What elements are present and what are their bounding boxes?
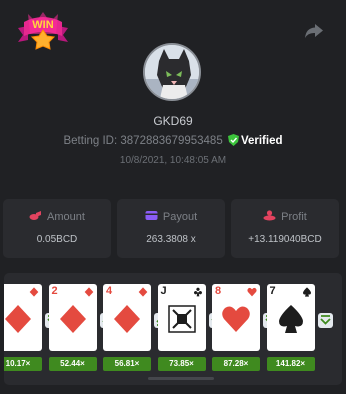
lower-arrow-button[interactable]: [317, 313, 333, 328]
diamond-suit-icon: [138, 287, 148, 297]
multiplier-badge: 52.44×: [48, 357, 97, 371]
coins-icon: [29, 211, 42, 220]
share-icon[interactable]: [304, 22, 324, 40]
payout-stat: Payout 263.3808 x: [117, 199, 225, 258]
playing-card: 8: [212, 284, 260, 351]
card-rank: 8: [215, 285, 222, 297]
wallet-icon: [145, 211, 158, 220]
verified-label: Verified: [240, 135, 283, 147]
multiplier-badge: 10.17×: [4, 357, 42, 371]
card-history-panel[interactable]: 10.17× 2 52.44× 4 56.81× J 73.85× 8 87.28× 7 141.8…: [4, 273, 342, 385]
verified-shield-icon: [227, 134, 239, 146]
diamond-suit-icon: [5, 305, 31, 333]
horizontal-scrollbar[interactable]: [148, 377, 214, 380]
amount-label-row: Amount: [3, 210, 111, 223]
win-badge-text: WIN: [32, 19, 53, 31]
profit-value: +13.119040BCD: [248, 234, 322, 245]
heart-suit-icon: [247, 287, 257, 297]
diamond-suit-icon: [84, 287, 93, 297]
diamond-suit-icon: [59, 305, 86, 333]
playing-card: 7: [266, 284, 315, 351]
payout-label: Payout: [162, 211, 198, 223]
username: GKD69: [153, 114, 193, 128]
payout-value: 263.3808 x: [146, 234, 196, 245]
amount-value: 0.05BCD: [36, 234, 78, 245]
profit-stat: Profit +13.119040BCD: [231, 199, 339, 258]
card-rank: 7: [269, 285, 276, 297]
betting-id: 3872883679953485: [120, 135, 223, 147]
multiplier-badge: 141.82×: [266, 357, 315, 371]
win-badge: WIN: [18, 12, 68, 50]
card-rank: 4: [106, 285, 113, 297]
playing-card: 2: [48, 284, 97, 351]
amount-stat: Amount 0.05BCD: [3, 199, 111, 258]
diamond-suit-icon: [29, 287, 39, 297]
multiplier-badge: 87.28×: [212, 357, 260, 371]
chevron-down-icon: [319, 315, 331, 325]
coin-stack-icon: [263, 210, 276, 221]
amount-label: Amount: [47, 211, 85, 223]
playing-card: 4: [103, 284, 151, 351]
betting-id-row: Betting ID: 3872883679953485 Verified: [0, 134, 346, 147]
heart-suit-icon: [222, 306, 250, 332]
multiplier-badge: 56.81×: [103, 357, 151, 371]
spade-suit-icon: [302, 287, 311, 297]
jack-face-icon: [167, 305, 196, 333]
profit-label-row: Profit: [231, 210, 339, 223]
club-suit-icon: [193, 287, 202, 297]
playing-card: J: [157, 284, 206, 351]
bet-date: 10/8/2021, 10:48:05 AM: [119, 155, 227, 166]
payout-label-row: Payout: [117, 210, 225, 223]
card-rank: J: [160, 285, 167, 297]
diamond-suit-icon: [114, 305, 140, 333]
betting-id-label: Betting ID:: [63, 135, 118, 147]
avatar: [143, 43, 201, 101]
spade-suit-icon: [278, 305, 303, 333]
card-rank: 2: [51, 285, 58, 297]
profit-label: Profit: [281, 211, 307, 223]
multiplier-badge: 73.85×: [157, 357, 206, 371]
playing-card: [4, 284, 42, 351]
